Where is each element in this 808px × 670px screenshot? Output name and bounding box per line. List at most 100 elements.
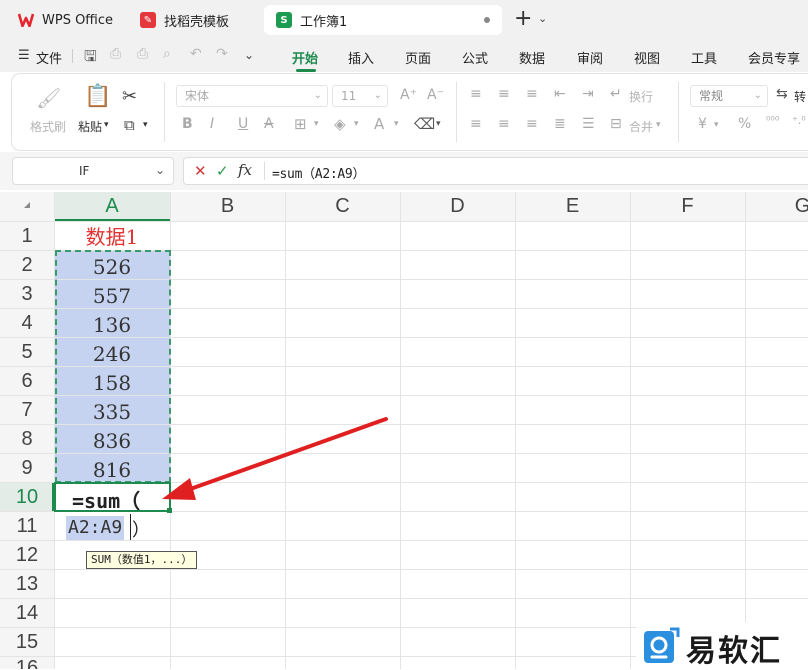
align-center-icon[interactable]: ≡	[498, 116, 510, 132]
menu-view[interactable]: 视图	[634, 48, 660, 67]
border-icon[interactable]: ⊞	[294, 115, 307, 133]
paste-chevron-icon[interactable]: ▾	[104, 120, 109, 130]
menu-file[interactable]: 文件	[36, 48, 62, 67]
font-color-chevron-icon[interactable]: ▾	[394, 119, 399, 129]
chevron-down-icon: ⌄	[313, 90, 322, 101]
tab-docer[interactable]: ✎ 找稻壳模板	[128, 5, 262, 35]
tab-workbook[interactable]: S 工作簿1	[264, 5, 502, 35]
copy-chevron-icon[interactable]: ▾	[143, 120, 148, 130]
justify-icon[interactable]: ≣	[554, 116, 566, 132]
new-tab-icon[interactable]: +	[514, 6, 532, 31]
print-preview-icon[interactable]: ⌕	[163, 46, 171, 62]
decrease-font-icon[interactable]: A⁻	[427, 87, 444, 103]
watermark-logo-icon	[644, 627, 680, 663]
format-painter-label[interactable]: 格式刷	[30, 118, 66, 135]
convert-icon[interactable]: ⇆	[776, 86, 788, 102]
merge-label[interactable]: 合并	[629, 118, 653, 135]
tab-wps-office[interactable]: WPS Office	[6, 5, 124, 35]
fill-chevron-icon[interactable]: ▾	[354, 119, 359, 129]
chevron-down-icon: ⌄	[753, 90, 762, 101]
chevron-down-icon: ⌄	[373, 90, 382, 101]
merge-icon[interactable]: ⊟	[610, 116, 622, 132]
save-icon[interactable]: 🖫	[84, 46, 97, 71]
wps-logo-icon	[18, 12, 34, 28]
chevron-down-icon[interactable]: ⌄	[538, 12, 547, 25]
formula-input[interactable]: ✕ ✓ fx =sum（A2:A9）	[183, 157, 808, 185]
eraser-chevron-icon[interactable]: ▾	[436, 119, 441, 129]
formula-divider	[264, 162, 265, 180]
menu-review[interactable]: 审阅	[577, 48, 603, 67]
menu-member[interactable]: 会员专享	[748, 48, 800, 67]
convert-label[interactable]: 转	[794, 88, 806, 105]
undo-icon[interactable]: ↶	[190, 46, 202, 62]
chevron-down-icon[interactable]: ⌄	[155, 163, 165, 177]
distribute-icon[interactable]: ☰	[582, 116, 595, 132]
tab-label: 工作簿1	[300, 14, 348, 30]
active-tab-underline	[296, 69, 316, 72]
align-left-icon[interactable]: ≡	[470, 116, 482, 132]
paste-label[interactable]: 粘贴	[78, 118, 102, 135]
currency-icon[interactable]: ¥	[698, 116, 707, 132]
menu-page[interactable]: 页面	[405, 48, 431, 67]
menu-data[interactable]: 数据	[519, 48, 545, 67]
indent-increase-icon[interactable]: ⇥	[582, 86, 594, 102]
font-name-combo[interactable]: 宋体 ⌄	[176, 85, 328, 107]
indent-decrease-icon[interactable]: ⇤	[554, 86, 566, 102]
wrap-text-icon[interactable]: ↵	[610, 86, 622, 102]
formula-text[interactable]: =sum（A2:A9）	[272, 163, 365, 182]
align-bottom-icon[interactable]: ≡	[526, 86, 538, 102]
cut-icon[interactable]: ✂	[122, 86, 137, 107]
ribbon-toolbar: 🖌 格式刷 📋 粘贴 ▾ ✂ ⧉ ▾ 宋体 ⌄ 11 ⌄ A⁺ A⁻ B I U…	[12, 74, 808, 150]
align-top-icon[interactable]: ≡	[470, 86, 482, 102]
spreadsheet-grid[interactable]: A B C D E F G 1 2 3 4 5 6 7 8 9 10 11 12…	[0, 192, 808, 669]
ribbon-divider	[678, 82, 679, 142]
cancel-icon[interactable]: ✕	[194, 162, 207, 180]
docer-icon: ✎	[140, 12, 156, 28]
number-format-combo[interactable]: 常规 ⌄	[690, 85, 768, 107]
confirm-icon[interactable]: ✓	[216, 162, 229, 180]
decimal-icon[interactable]: ⁺.⁰	[792, 114, 806, 127]
format-painter-icon[interactable]: 🖌	[36, 86, 61, 110]
formula-bar: IF ⌄ ✕ ✓ fx =sum（A2:A9）	[0, 152, 808, 190]
spreadsheet-icon: S	[276, 12, 292, 28]
currency-chevron-icon[interactable]: ▾	[714, 120, 719, 130]
fill-color-icon[interactable]: ◈	[334, 115, 346, 133]
menu-insert[interactable]: 插入	[348, 48, 374, 67]
thousands-icon[interactable]: ⁰⁰⁰	[766, 114, 779, 127]
border-chevron-icon[interactable]: ▾	[314, 119, 319, 129]
font-color-icon[interactable]: A	[374, 115, 384, 133]
underline-icon[interactable]: U	[238, 116, 248, 132]
increase-font-icon[interactable]: A⁺	[400, 87, 417, 103]
merge-chevron-icon[interactable]: ▾	[656, 120, 661, 130]
strikethrough-icon[interactable]: A	[264, 116, 274, 132]
name-box-value: IF	[79, 164, 90, 178]
align-middle-icon[interactable]: ≡	[498, 86, 510, 102]
eraser-icon[interactable]: ⌫	[414, 115, 435, 133]
align-right-icon[interactable]: ≡	[526, 116, 538, 132]
copy-icon[interactable]: ⧉	[124, 116, 135, 134]
hamburger-icon[interactable]: ☰	[18, 48, 30, 63]
menu-formula[interactable]: 公式	[462, 48, 488, 67]
percent-icon[interactable]: %	[738, 116, 751, 132]
tab-label: WPS Office	[42, 12, 114, 28]
watermark-text: 易软汇	[686, 634, 782, 669]
paste-icon[interactable]: 📋	[84, 84, 111, 109]
menu-home[interactable]: 开始	[292, 48, 318, 67]
font-name-value: 宋体	[185, 89, 210, 103]
redo-icon[interactable]: ↷	[216, 46, 228, 62]
italic-icon[interactable]: I	[210, 116, 214, 132]
ribbon-divider	[456, 82, 457, 142]
function-icon[interactable]: fx	[238, 161, 252, 179]
name-box[interactable]: IF ⌄	[12, 157, 174, 185]
font-size-combo[interactable]: 11 ⌄	[332, 85, 388, 107]
menu-tools[interactable]: 工具	[691, 48, 717, 67]
print-icon[interactable]: ⎙	[137, 46, 148, 62]
bold-icon[interactable]: B	[182, 116, 193, 132]
more-chevron-icon[interactable]: ⌄	[244, 48, 254, 62]
wrap-text-label[interactable]: 换行	[629, 88, 653, 105]
tab-label: 找稻壳模板	[164, 14, 230, 30]
export-icon[interactable]: ⎙	[110, 46, 121, 62]
ribbon-divider	[164, 82, 165, 142]
font-size-value: 11	[341, 89, 357, 103]
title-bar: WPS Office ✎ 找稻壳模板 S 工作簿1 + ⌄	[0, 0, 808, 40]
